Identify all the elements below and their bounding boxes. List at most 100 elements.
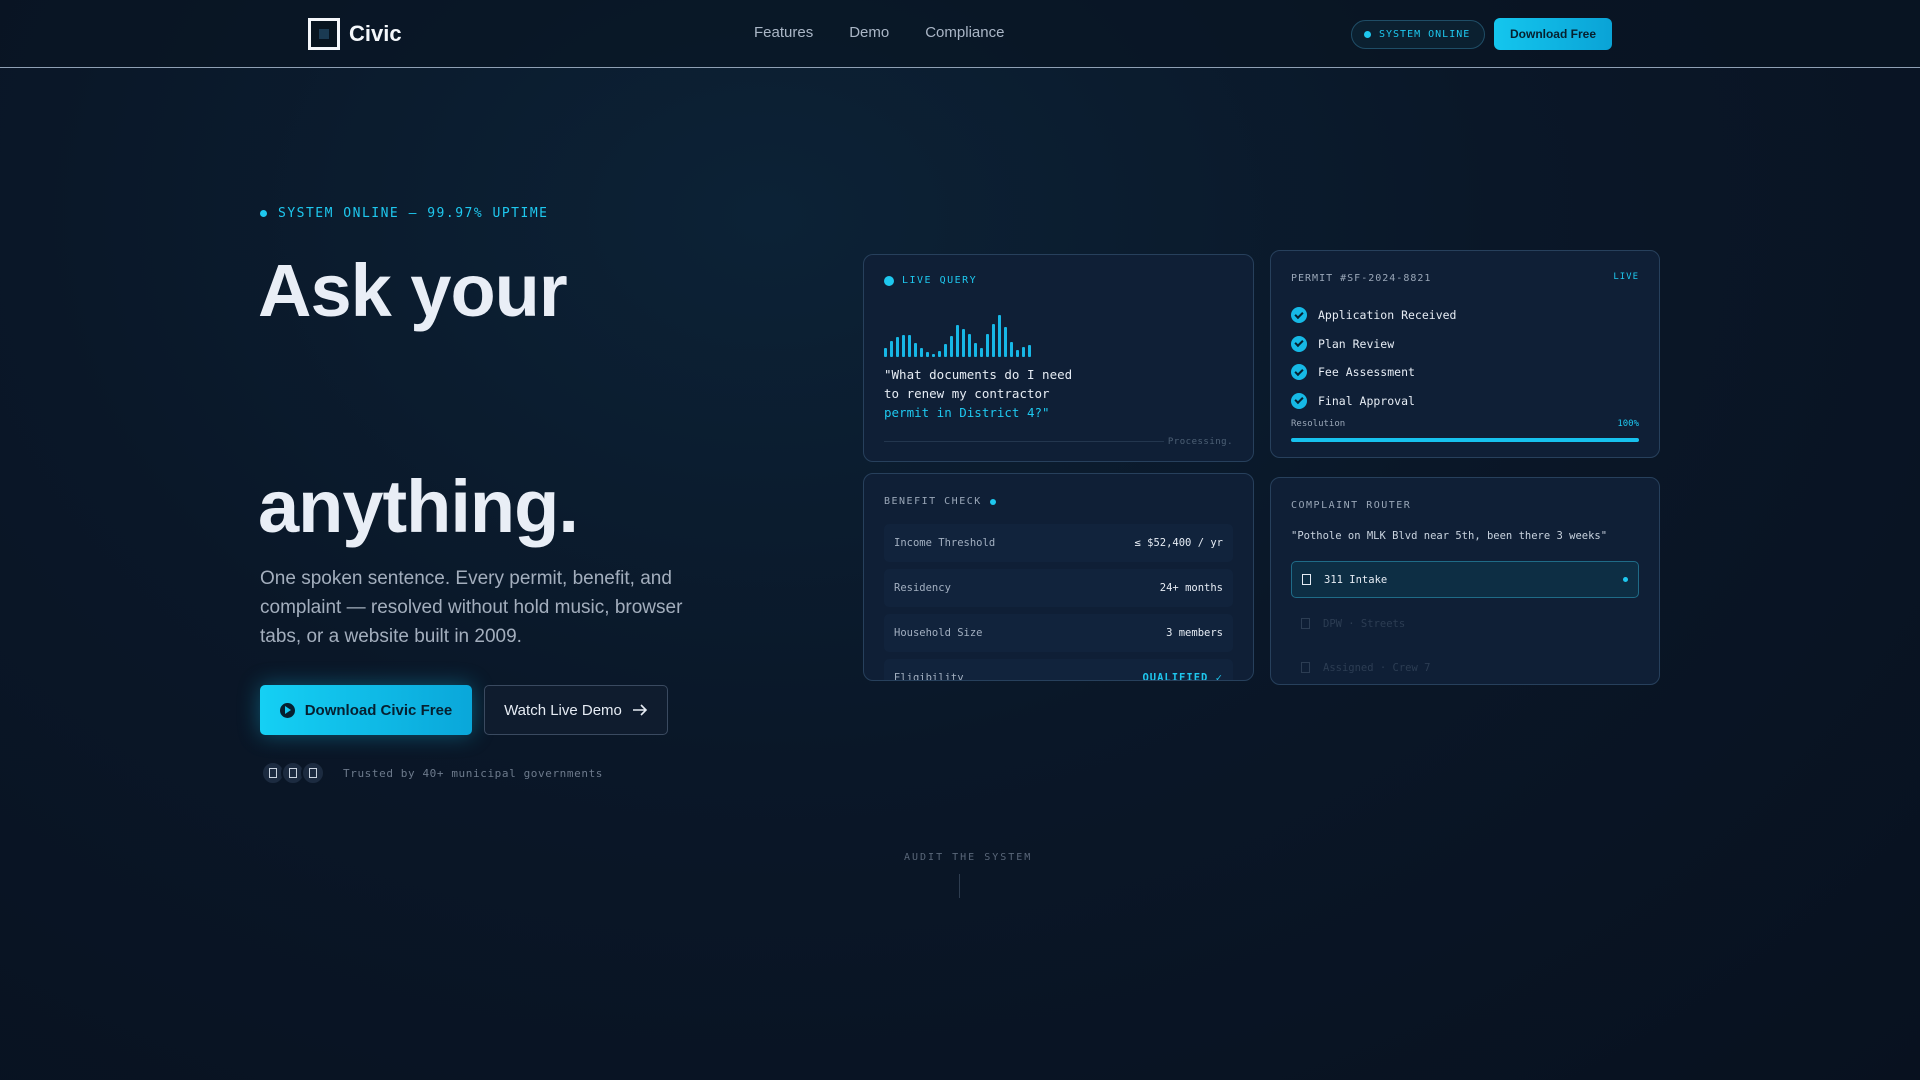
status-dot-icon <box>1364 31 1371 38</box>
waveform-bar <box>932 354 935 357</box>
logo[interactable]: Civic <box>308 18 402 50</box>
live-dot-icon <box>884 275 894 286</box>
arrow-right-icon <box>632 704 648 716</box>
waveform-bar <box>950 336 953 357</box>
processing-text: Processing. <box>1167 437 1233 447</box>
complaint-router-card: COMPLAINT ROUTER "Pothole on MLK Blvd ne… <box>1270 477 1660 685</box>
nav-download-button[interactable]: Download Free <box>1494 18 1612 50</box>
waveform-bar <box>1010 342 1013 357</box>
waveform-bar <box>1004 327 1007 357</box>
waveform-bar <box>944 344 947 357</box>
permit-step-label: Final Approval <box>1318 393 1415 408</box>
download-civic-label: Download Civic Free <box>304 701 453 719</box>
resolution-progress-fill <box>1291 438 1639 442</box>
live-query-card: LIVE QUERY "What documents do I need to … <box>863 254 1254 462</box>
permit-step-label: Plan Review <box>1318 336 1395 351</box>
waveform-bar <box>896 337 899 357</box>
hero-title-line2: anything. <box>258 465 579 548</box>
benefit-row: Eligibility QUALIFIED ✓ <box>884 659 1233 681</box>
live-badge: LIVE <box>1613 272 1639 282</box>
waveform-bar <box>968 334 971 357</box>
download-civic-button[interactable]: Download Civic Free <box>260 685 472 735</box>
query-line: "What documents do I need <box>884 367 1073 382</box>
permit-id: PERMIT #SF-2024-8821 <box>1291 273 1432 284</box>
waveform-bar <box>890 341 893 357</box>
nav-links: Features Demo Compliance <box>754 24 1004 41</box>
nav-link-demo[interactable]: Demo <box>849 24 889 41</box>
waveform-bar <box>902 335 905 357</box>
eligibility-badge: QUALIFIED ✓ <box>1142 672 1223 681</box>
resolution-row: Resolution 100% <box>1291 419 1639 429</box>
benefit-check-label: BENEFIT CHECK <box>884 496 982 507</box>
benefit-row: Income Threshold ≤ $52,400 / yr <box>884 524 1233 562</box>
benefit-row: Household Size 3 members <box>884 614 1233 652</box>
audio-waveform <box>884 313 1031 357</box>
permit-step-label: Fee Assessment <box>1318 365 1415 380</box>
audit-link[interactable]: AUDIT THE SYSTEM <box>904 852 1032 863</box>
waveform-bar <box>962 329 965 357</box>
benefit-key: Residency <box>894 582 951 594</box>
watch-demo-button[interactable]: Watch Live Demo <box>484 685 668 735</box>
benefit-check-header: BENEFIT CHECK <box>884 496 996 507</box>
benefit-value: 3 members <box>1166 627 1223 639</box>
waveform-bar <box>1022 347 1025 357</box>
waveform-bar <box>980 348 983 357</box>
logo-text: Civic <box>349 21 402 46</box>
benefit-key: Eligibility <box>894 672 964 681</box>
query-text: "What documents do I need to renew my co… <box>884 365 1072 422</box>
top-navbar: Civic Features Demo Compliance SYSTEM ON… <box>0 0 1920 68</box>
scroll-indicator-line <box>959 874 960 898</box>
trust-row: Trusted by 40+ municipal governments <box>261 761 603 785</box>
route-label: 311 Intake <box>1324 573 1388 586</box>
route-item[interactable]: Assigned · Crew 7 <box>1291 649 1639 684</box>
trust-text: Trusted by 40+ municipal governments <box>343 766 604 780</box>
watch-demo-label: Watch Live Demo <box>504 701 622 719</box>
benefit-value: ≤ $52,400 / yr <box>1134 537 1223 549</box>
nav-link-compliance[interactable]: Compliance <box>925 24 1004 41</box>
route-item[interactable]: DPW · Streets <box>1291 605 1639 642</box>
building-icon <box>1302 574 1311 585</box>
permit-step: Fee Assessment <box>1291 358 1456 387</box>
processing-line <box>884 441 1164 442</box>
resolution-label: Resolution <box>1291 419 1346 429</box>
status-dot-icon <box>260 210 267 217</box>
query-line-highlight: permit in District 4?" <box>884 405 1050 420</box>
route-item-active[interactable]: 311 Intake <box>1291 561 1639 598</box>
active-dot-icon <box>1623 577 1628 582</box>
waveform-bar <box>926 352 929 357</box>
check-icon <box>1291 364 1307 381</box>
hero-title-line1: Ask your <box>258 249 568 332</box>
building-icon <box>1301 662 1310 673</box>
waveform-bar <box>998 315 1001 357</box>
complaint-router-label: COMPLAINT ROUTER <box>1291 500 1412 511</box>
waveform-bar <box>986 334 989 357</box>
check-icon <box>1291 392 1307 409</box>
benefit-key: Income Threshold <box>894 537 996 549</box>
hero-subtitle: One spoken sentence. Every permit, benef… <box>260 568 683 647</box>
route-label: DPW · Streets <box>1323 617 1406 630</box>
hero-status: SYSTEM ONLINE — 99.97% UPTIME <box>260 206 548 221</box>
building-icon <box>1301 618 1310 629</box>
benefit-rows: Income Threshold ≤ $52,400 / yr Residency… <box>884 524 1233 681</box>
waveform-bar <box>884 348 887 357</box>
hero-status-text: SYSTEM ONLINE — 99.97% UPTIME <box>278 206 549 221</box>
nav-link-features[interactable]: Features <box>754 24 813 41</box>
check-icon <box>1291 307 1307 324</box>
status-dot-icon <box>989 498 996 505</box>
permit-step: Plan Review <box>1291 330 1456 359</box>
permit-card: PERMIT #SF-2024-8821 LIVE Application Re… <box>1270 250 1660 458</box>
waveform-bar <box>956 325 959 357</box>
live-query-label: LIVE QUERY <box>902 275 978 286</box>
waveform-bar <box>920 348 923 357</box>
logo-icon <box>308 18 340 50</box>
avatar <box>301 761 325 785</box>
route-label: Assigned · Crew 7 <box>1323 661 1431 674</box>
waveform-bar <box>974 343 977 357</box>
resolution-value: 100% <box>1617 419 1639 429</box>
permit-step: Final Approval <box>1291 387 1456 416</box>
permit-steps: Application Received Plan Review Fee Ass… <box>1291 301 1456 415</box>
waveform-bar <box>914 343 917 357</box>
benefit-row: Residency 24+ months <box>884 569 1233 607</box>
permit-step-label: Application Received <box>1318 308 1457 323</box>
complaint-quote: "Pothole on MLK Blvd near 5th, been ther… <box>1291 530 1608 542</box>
